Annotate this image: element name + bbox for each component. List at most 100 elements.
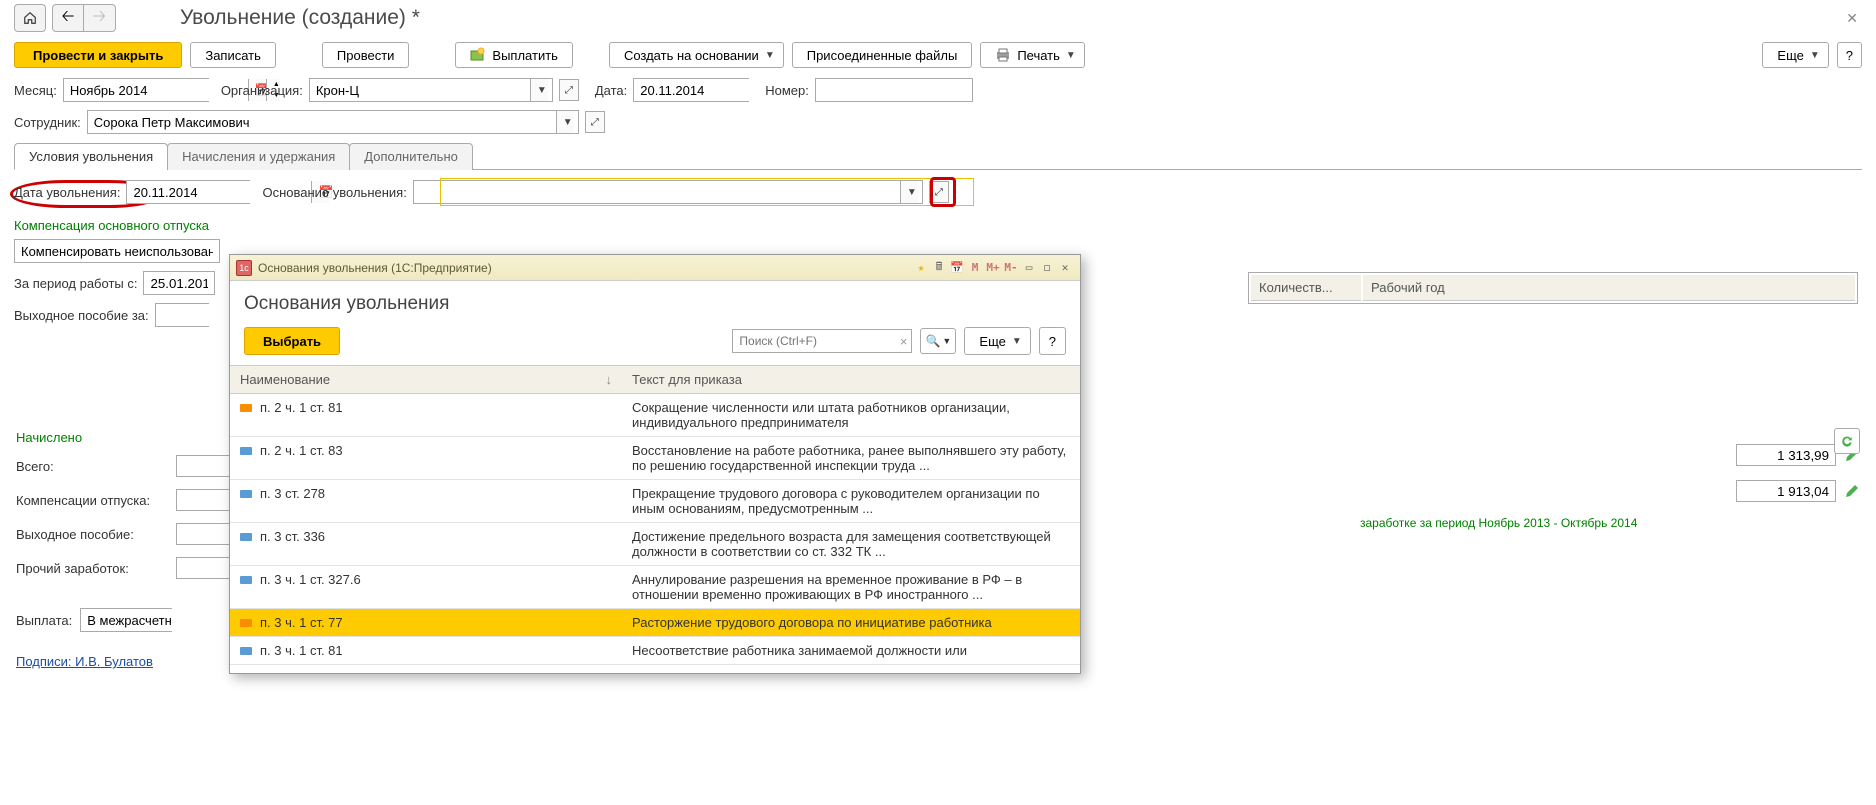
reason-input[interactable] (418, 181, 900, 203)
employee-input[interactable] (92, 111, 556, 133)
comp-total-label: Компенсации отпуска: (16, 493, 176, 508)
dialog-help-button[interactable]: ? (1039, 327, 1066, 355)
dialog-row[interactable]: п. 3 ч. 1 ст. 327.6Аннулирование разреше… (230, 566, 1080, 609)
dialog-row[interactable]: п. 2 ч. 1 ст. 81Сокращение численности и… (230, 394, 1080, 437)
reason-open-button[interactable]: ⤢ (929, 181, 949, 203)
payout-label: Выплата: (16, 613, 72, 628)
fire-date-label: Дата увольнения: (14, 185, 120, 200)
tab-additional[interactable]: Дополнительно (349, 143, 473, 170)
help-button[interactable]: ? (1837, 42, 1862, 68)
back-button[interactable]: 🡠 (52, 4, 84, 32)
dialog-row[interactable]: п. 3 ч. 1 ст. 81Несоответствие работника… (230, 637, 1080, 665)
other-total-value[interactable] (176, 557, 236, 579)
post-and-close-button[interactable]: Провести и закрыть (14, 42, 182, 68)
tab-accruals[interactable]: Начисления и удержания (167, 143, 350, 170)
total-label: Всего: (16, 459, 176, 474)
reason-field[interactable]: ▼ (413, 180, 923, 204)
more-label: Еще (1777, 48, 1803, 63)
win-close-icon[interactable]: ✕ (1056, 260, 1074, 276)
row-text: Сокращение численности или штата работни… (622, 394, 1080, 437)
fire-date-field[interactable]: 📅 (126, 180, 250, 204)
number-input[interactable] (820, 79, 968, 101)
employee-dropdown-button[interactable]: ▼ (556, 111, 574, 133)
dialog-row[interactable]: п. 2 ч. 1 ст. 83Восстановление на работе… (230, 437, 1080, 480)
org-field[interactable]: ▼ (309, 78, 553, 102)
row-icon (240, 447, 252, 455)
avg-note: заработке за период Ноябрь 2013 - Октябр… (1360, 516, 1860, 530)
refresh-button[interactable] (1834, 428, 1860, 454)
right-value-2[interactable] (1736, 480, 1836, 502)
close-icon[interactable]: ✕ (1842, 6, 1862, 31)
right-value-1[interactable] (1736, 444, 1836, 466)
reason-label: Основание увольнения: (262, 185, 406, 200)
post-button[interactable]: Провести (322, 42, 410, 68)
date-field[interactable]: 📅 (633, 78, 749, 102)
row-name: п. 3 ст. 336 (260, 529, 325, 544)
employee-open-button[interactable]: ⤢ (585, 111, 605, 133)
more-button[interactable]: Еще▼ (1762, 42, 1828, 68)
row-text: Расторжение трудового договора по инициа… (622, 609, 1080, 637)
number-label: Номер: (765, 83, 809, 98)
print-label: Печать (1017, 48, 1060, 63)
pay-button-label: Выплатить (492, 48, 558, 63)
number-field[interactable] (815, 78, 973, 102)
sev-total-value[interactable] (176, 523, 236, 545)
period-from-input[interactable] (148, 272, 210, 294)
dialog-col-text[interactable]: Текст для приказа (622, 366, 1080, 394)
pay-button[interactable]: Выплатить (455, 42, 573, 68)
severance-label: Выходное пособие за: (14, 308, 149, 323)
win-m-button[interactable]: M (966, 260, 984, 276)
dialog-more-button[interactable]: Еще▼ (964, 327, 1030, 355)
row-name: п. 3 ч. 1 ст. 77 (260, 615, 343, 630)
reason-dropdown-button[interactable]: ▼ (900, 181, 918, 203)
attached-files-button[interactable]: Присоединенные файлы (792, 42, 973, 68)
month-field[interactable]: 📅 ▲▼ (63, 78, 209, 102)
row-text: Восстановление на работе работника, ране… (622, 437, 1080, 480)
forward-button[interactable]: 🡢 (84, 4, 116, 32)
win-maximize-icon[interactable]: ◻ (1038, 260, 1056, 276)
employee-field[interactable]: ▼ (87, 110, 579, 134)
dialog-search-input[interactable] (737, 333, 899, 349)
write-button[interactable]: Записать (190, 42, 276, 68)
win-mminus-button[interactable]: M- (1002, 260, 1020, 276)
row-text: Достижение предельного возраста для заме… (622, 523, 1080, 566)
win-calc-icon[interactable]: 🖩 (930, 260, 948, 276)
dialog-search-button[interactable]: 🔍 ▼ (920, 328, 956, 354)
dialog-window-title: Основания увольнения (1С:Предприятие) (258, 261, 492, 275)
home-button[interactable] (14, 4, 46, 32)
dialog-col-name[interactable]: Наименование (240, 372, 330, 387)
win-minimize-icon[interactable]: ▭ (1020, 260, 1038, 276)
comp-mode-field[interactable] (14, 239, 220, 263)
row-name: п. 3 ч. 1 ст. 81 (260, 643, 343, 658)
create-based-label: Создать на основании (624, 48, 759, 63)
create-based-button[interactable]: Создать на основании▼ (609, 42, 784, 68)
win-calendar-icon[interactable]: 📅 (948, 260, 966, 276)
payout-field[interactable] (80, 608, 172, 632)
tab-conditions[interactable]: Условия увольнения (14, 143, 168, 170)
pencil-icon[interactable] (1844, 483, 1860, 499)
period-label: За период работы с: (14, 276, 137, 291)
dialog-row[interactable]: п. 3 ст. 278Прекращение трудового догово… (230, 480, 1080, 523)
dialog-select-button[interactable]: Выбрать (244, 327, 340, 355)
comp-total-value[interactable] (176, 489, 236, 511)
org-open-button[interactable]: ⤢ (559, 79, 579, 101)
reasons-dialog: 1c Основания увольнения (1С:Предприятие)… (229, 254, 1081, 674)
print-button[interactable]: Печать▼ (980, 42, 1085, 68)
dialog-row[interactable]: п. 3 ст. 336 Достижение предельного возра… (230, 523, 1080, 566)
row-icon (240, 647, 252, 655)
dialog-row[interactable]: п. 3 ч. 1 ст. 77 Расторжение трудового до… (230, 609, 1080, 637)
win-mplus-button[interactable]: M+ (984, 260, 1002, 276)
org-input[interactable] (314, 79, 530, 101)
signatures-link[interactable]: Подписи: И.В. Булатов (16, 654, 153, 669)
dialog-search-field[interactable]: × (732, 329, 912, 353)
win-favorite-icon[interactable]: ★ (912, 260, 930, 276)
date-label: Дата: (595, 83, 627, 98)
total-value[interactable] (176, 455, 236, 477)
period-from-field[interactable] (143, 271, 215, 295)
row-name: п. 3 ст. 278 (260, 486, 325, 501)
search-clear-icon[interactable]: × (900, 334, 908, 349)
accrued-section: Начислено (16, 430, 236, 445)
comp-mode-input[interactable] (19, 240, 215, 262)
org-dropdown-button[interactable]: ▼ (530, 79, 548, 101)
severance-field[interactable]: ▲▼ (155, 303, 209, 327)
